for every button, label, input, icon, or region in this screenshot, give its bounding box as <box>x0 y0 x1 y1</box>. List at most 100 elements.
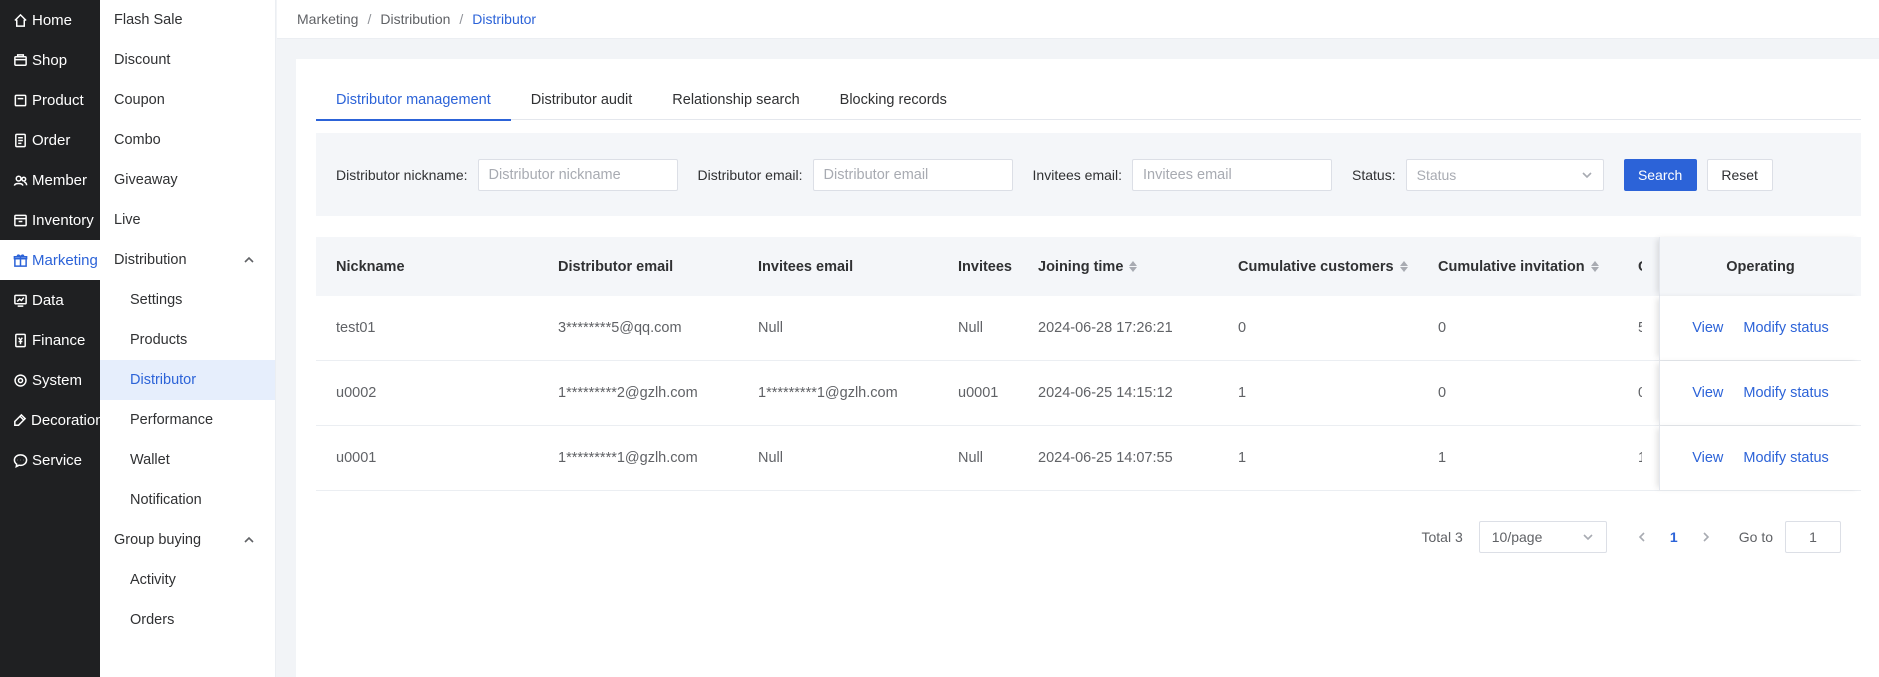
col-cumulative-customers[interactable]: Cumulative customers <box>1218 237 1418 296</box>
cell-distributor-email: 1*********2@gzlh.com <box>558 385 698 401</box>
subnav-item-label: Wallet <box>130 452 170 468</box>
cell-invitees: Null <box>958 320 983 336</box>
col-cumulative-invitation[interactable]: Cumulative invitation <box>1418 237 1618 296</box>
gift-icon <box>12 252 28 268</box>
subnav-item-flash-sale[interactable]: Flash Sale <box>100 0 275 40</box>
col-cut-off: Cur <box>1618 237 1642 296</box>
nav-item-finance[interactable]: Finance <box>0 320 100 360</box>
nav-item-shop[interactable]: Shop <box>0 40 100 80</box>
cell-invitees-email: Null <box>758 450 783 466</box>
nav-item-label: Shop <box>32 51 68 69</box>
next-page-button[interactable] <box>1693 521 1719 553</box>
nav-item-home[interactable]: Home <box>0 0 100 40</box>
nav-item-label: Inventory <box>32 211 94 229</box>
nav-item-decoration[interactable]: Decoration <box>0 400 104 440</box>
col-joining-time[interactable]: Joining time <box>1018 237 1218 296</box>
subnav-item-label: Flash Sale <box>114 12 183 28</box>
nav-item-service[interactable]: Service <box>0 440 100 480</box>
home-icon <box>12 12 28 28</box>
goto-label: Go to <box>1738 529 1773 545</box>
cell-cumulative-customers: 1 <box>1238 385 1247 401</box>
view-link[interactable]: View <box>1692 385 1723 401</box>
secondary-nav: Flash Sale Discount Coupon Combo Giveaway Liv… <box>100 0 276 677</box>
cell-invitees-email: Null <box>758 320 783 336</box>
subnav-item-distributor[interactable]: Distributor <box>100 360 275 400</box>
subnav-item-label: Notification <box>130 492 202 508</box>
nav-item-member[interactable]: Member <box>0 160 100 200</box>
table-row: u0002 1*********2@gzlh.com 1*********1@gzl… <box>316 361 1861 426</box>
nav-item-label: Finance <box>32 331 86 349</box>
nav-item-inventory[interactable]: Inventory <box>0 200 100 240</box>
subnav-item-label: Activity <box>130 572 176 588</box>
page-size-select[interactable]: 10/page <box>1478 521 1607 553</box>
prev-page-button[interactable] <box>1629 521 1655 553</box>
cell-nickname: u0002 <box>336 385 377 401</box>
col-distributor-email: Distributor email <box>558 258 674 275</box>
subnav-item-discount[interactable]: Discount <box>100 40 275 80</box>
reset-button[interactable]: Reset <box>1706 158 1773 191</box>
subnav-item-coupon[interactable]: Coupon <box>100 80 275 120</box>
subnav-item-label: Orders <box>130 612 175 628</box>
subnav-item-group-buying[interactable]: Group buying <box>100 520 275 560</box>
chevron-down-icon <box>1583 534 1593 541</box>
inventory-icon <box>12 212 28 228</box>
search-button[interactable]: Search <box>1623 158 1697 191</box>
subnav-item-performance[interactable]: Performance <box>100 400 275 440</box>
col-operating: Operating <box>1659 237 1861 296</box>
nav-item-system[interactable]: System <box>0 360 100 400</box>
status-select[interactable]: Status <box>1405 158 1604 191</box>
col-cumulative-invitation-label: Cumulative invitation <box>1438 258 1585 275</box>
subnav-item-distribution[interactable]: Distribution <box>100 240 275 280</box>
tab-distributor-management[interactable]: Distributor management <box>316 79 511 121</box>
cell-invitees-email: 1*********1@gzlh.com <box>758 385 898 401</box>
subnav-item-orders[interactable]: Orders <box>100 600 275 640</box>
nickname-input[interactable] <box>477 158 678 191</box>
page-number[interactable]: 1 <box>1661 521 1687 553</box>
chat-icon <box>12 452 28 468</box>
cell-cumulative-customers: 0 <box>1238 320 1247 336</box>
invitees-email-input[interactable] <box>1132 158 1333 191</box>
modify-status-link[interactable]: Modify status <box>1743 320 1828 336</box>
modify-status-link[interactable]: Modify status <box>1743 385 1828 401</box>
cell-invitees: Null <box>958 450 983 466</box>
nav-item-marketing[interactable]: Marketing <box>0 240 100 280</box>
goto-page-input[interactable] <box>1785 521 1841 553</box>
sort-icon[interactable] <box>1129 261 1138 272</box>
total-count: Total 3 <box>1421 529 1463 545</box>
subnav-item-settings[interactable]: Settings <box>100 280 275 320</box>
table-body: test01 3********5@qq.com Null Null 2024-06-2… <box>316 296 1861 491</box>
subnav-item-combo[interactable]: Combo <box>100 120 275 160</box>
tab-blocking-records[interactable]: Blocking records <box>820 79 967 120</box>
modify-status-link[interactable]: Modify status <box>1743 450 1828 466</box>
breadcrumb-distribution[interactable]: Distribution <box>380 11 450 27</box>
member-icon <box>12 172 28 188</box>
subnav-item-notification[interactable]: Notification <box>100 480 275 520</box>
nav-item-product[interactable]: Product <box>0 80 100 120</box>
breadcrumb-marketing[interactable]: Marketing <box>297 11 358 27</box>
nav-item-label: Product <box>32 91 84 109</box>
subnav-item-products[interactable]: Products <box>100 320 275 360</box>
cell-invitees: u0001 <box>958 385 999 401</box>
nav-item-data[interactable]: Data <box>0 280 100 320</box>
page-size-value: 10/page <box>1491 529 1543 545</box>
cell-distributor-email: 1*********1@gzlh.com <box>558 450 698 466</box>
view-link[interactable]: View <box>1692 450 1723 466</box>
sort-icon[interactable] <box>1590 261 1599 272</box>
distributor-email-label: Distributor email: <box>697 166 803 183</box>
chevron-left-icon <box>1638 532 1645 542</box>
tab-distributor-audit[interactable]: Distributor audit <box>511 79 653 120</box>
tab-relationship-search[interactable]: Relationship search <box>652 79 819 120</box>
subnav-item-live[interactable]: Live <box>100 200 275 240</box>
subnav-item-activity[interactable]: Activity <box>100 560 275 600</box>
sort-icon[interactable] <box>1399 261 1408 272</box>
col-nickname: Nickname <box>336 258 405 275</box>
cell-cumulative-customers: 1 <box>1238 450 1247 466</box>
table-row: u0001 1*********1@gzlh.com Null Null 2024-06… <box>316 426 1861 491</box>
subnav-item-label: Discount <box>114 52 171 68</box>
subnav-item-giveaway[interactable]: Giveaway <box>100 160 275 200</box>
nav-item-label: Decoration <box>31 411 104 429</box>
distributor-email-input[interactable] <box>812 158 1013 191</box>
view-link[interactable]: View <box>1692 320 1723 336</box>
nav-item-order[interactable]: Order <box>0 120 100 160</box>
subnav-item-wallet[interactable]: Wallet <box>100 440 275 480</box>
